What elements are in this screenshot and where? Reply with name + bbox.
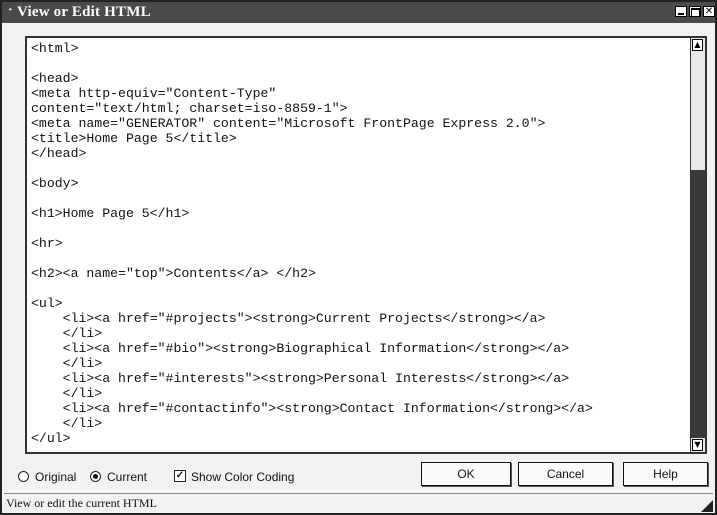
code-line[interactable]: </ul> <box>31 431 71 446</box>
current-radio[interactable] <box>90 471 101 482</box>
html-editor[interactable]: <html> <head> <meta http-equiv="Content-… <box>25 36 707 454</box>
code-line[interactable]: <li><a href="#bio"><strong>Biographical … <box>31 341 570 356</box>
close-icon[interactable]: ✕ <box>703 6 715 17</box>
ok-button[interactable]: OK <box>421 462 511 486</box>
window-title: View or Edit HTML <box>17 4 151 20</box>
maximize-icon[interactable] <box>689 6 701 17</box>
original-label: Original <box>35 470 77 484</box>
code-line[interactable]: <head> <box>31 71 78 86</box>
help-button[interactable]: Help <box>623 462 708 486</box>
system-menu-icon[interactable]: · <box>8 3 13 19</box>
status-bar: View or edit the current HTML <box>4 493 713 512</box>
code-line[interactable]: <hr> <box>31 236 63 251</box>
code-line[interactable]: </li> <box>31 416 103 431</box>
code-line[interactable]: <html> <box>31 41 78 56</box>
code-line[interactable]: <li><a href="#interests"><strong>Persona… <box>31 371 570 386</box>
current-label: Current <box>107 470 148 484</box>
code-line[interactable]: <ul> <box>31 296 63 311</box>
code-line[interactable]: <title>Home Page 5</title> <box>31 131 237 146</box>
vertical-scrollbar[interactable]: ▲ ▼ <box>690 38 705 452</box>
show-color-coding-label: Show Color Coding <box>191 470 295 484</box>
cancel-button[interactable]: Cancel <box>518 462 613 486</box>
status-text: View or edit the current HTML <box>6 496 157 510</box>
code-line[interactable]: <li><a href="#contactinfo"><strong>Conta… <box>31 401 593 416</box>
scrollbar-thumb[interactable] <box>691 170 705 438</box>
code-line[interactable]: content="text/html; charset=iso-8859-1"> <box>31 101 348 116</box>
resize-grip-icon[interactable] <box>701 500 713 512</box>
scroll-up-arrow-icon[interactable]: ▲ <box>692 39 703 51</box>
show-color-coding-checkbox[interactable]: ✓ <box>174 470 186 482</box>
html-source-text[interactable]: <html> <head> <meta http-equiv="Content-… <box>31 41 691 449</box>
original-radio[interactable] <box>18 471 29 482</box>
code-line[interactable]: <meta http-equiv="Content-Type" <box>31 86 276 101</box>
code-line[interactable]: </li> <box>31 386 103 401</box>
code-line[interactable]: <h1>Home Page 5</h1> <box>31 206 189 221</box>
scroll-down-arrow-icon[interactable]: ▼ <box>692 439 703 451</box>
code-line[interactable]: <li><a href="#projects"><strong>Current … <box>31 311 546 326</box>
code-line[interactable]: </li> <box>31 326 103 341</box>
code-line[interactable]: </head> <box>31 146 86 161</box>
title-bar[interactable]: · View or Edit HTML ✕ <box>2 2 715 23</box>
code-line[interactable]: <h2><a name="top">Contents</a> </h2> <box>31 266 316 281</box>
code-line[interactable]: <body> <box>31 176 78 191</box>
code-line[interactable]: <meta name="GENERATOR" content="Microsof… <box>31 116 545 131</box>
code-line[interactable]: </li> <box>31 356 103 371</box>
view-edit-html-dialog: · View or Edit HTML ✕ <html> <head> <met… <box>0 0 717 515</box>
minimize-icon[interactable] <box>675 6 687 17</box>
